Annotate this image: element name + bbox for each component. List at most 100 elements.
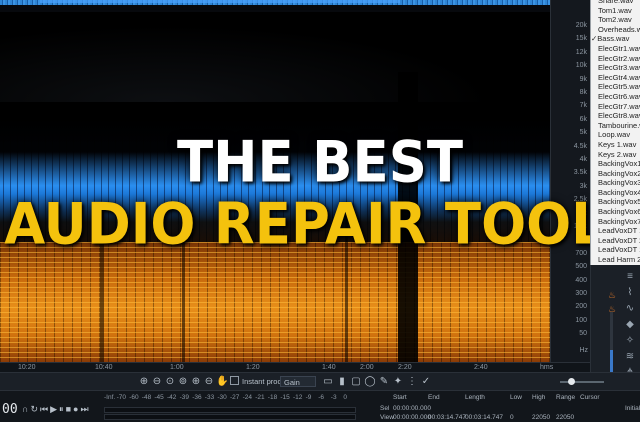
hand-icon[interactable]: ✋ xyxy=(216,376,228,388)
info-value: 00:00:00.000 xyxy=(393,414,431,421)
zoom-slider[interactable] xyxy=(560,381,604,383)
info-value: 00:03:14.747 xyxy=(465,414,503,421)
zoom-knob[interactable] xyxy=(568,378,575,385)
meter-scale-label: -39 xyxy=(180,394,189,401)
loop-icon[interactable]: ↻ xyxy=(30,404,40,414)
harmonic-icon[interactable]: ⋮ xyxy=(406,376,418,388)
file-list-item[interactable]: ElecGtr7.wav xyxy=(591,102,640,112)
zoom-in-icon[interactable]: ⊕ xyxy=(138,376,150,388)
meter-scale-label: -6 xyxy=(318,394,324,401)
file-list-item[interactable]: BackingVox1.wav xyxy=(591,159,640,169)
file-list-item[interactable]: ElecGtr5.wav xyxy=(591,82,640,92)
gain-select[interactable]: Gain xyxy=(280,376,316,387)
meter-scale-label: -12 xyxy=(293,394,302,401)
file-list-item[interactable]: LeadVoxDT 2.wav xyxy=(591,236,640,246)
zoom-out-icon[interactable]: ⊖ xyxy=(151,376,163,388)
frequency-tick-label: 12k xyxy=(576,49,587,56)
frequency-tick-label: 200 xyxy=(575,303,587,310)
frequency-tick-label: 10k xyxy=(576,62,587,69)
file-list-item[interactable]: Keys 1.wav xyxy=(591,140,640,150)
meter-scale-label: -48 xyxy=(142,394,151,401)
lasso-icon[interactable]: ◯ xyxy=(364,376,376,388)
meter-scale-label: -15 xyxy=(280,394,289,401)
info-row-label: Sel xyxy=(380,405,389,412)
meter-scale-label: -18 xyxy=(268,394,277,401)
frequency-tick-label: 500 xyxy=(575,263,587,270)
meter-scale-label: -24 xyxy=(243,394,252,401)
file-list-item[interactable]: ElecGtr2.wav xyxy=(591,54,640,64)
initial-label: Initial xyxy=(625,405,640,412)
meter-scale-label: 0 xyxy=(343,394,347,401)
meter-scale-label: -3 xyxy=(331,394,337,401)
meter-scale-label: -60 xyxy=(129,394,138,401)
zoom-fit-icon[interactable]: ⊚ xyxy=(177,376,189,388)
wand-icon[interactable]: ✦ xyxy=(392,376,404,388)
zoom-out-icon[interactable]: ⊖ xyxy=(203,376,215,388)
zoom-in-icon[interactable]: ⊕ xyxy=(190,376,202,388)
meter-scale-label: -33 xyxy=(205,394,214,401)
file-list-item[interactable]: Tom2.wav xyxy=(591,15,640,25)
info-header: End xyxy=(428,394,440,401)
info-value: 22050 xyxy=(556,414,574,421)
file-list-item[interactable]: ElecGtr3.wav xyxy=(591,63,640,73)
module-icon[interactable]: ≡ xyxy=(623,271,637,283)
title-line-2: AUDIO REPAIR TOOL? xyxy=(0,192,640,258)
file-list-item[interactable]: ElecGtr8.wav xyxy=(591,111,640,121)
file-list-item[interactable]: Snare.wav xyxy=(591,0,640,6)
frequency-tick-label: 9k xyxy=(580,76,587,83)
skip-icon[interactable]: ⏭ xyxy=(80,404,90,414)
check-icon[interactable]: ✓ xyxy=(420,376,432,388)
freq-select-icon[interactable]: ▮ xyxy=(336,376,348,388)
file-list-item[interactable]: ElecGtr1.wav xyxy=(591,44,640,54)
zoom-selection-icon[interactable]: ⊙ xyxy=(164,376,176,388)
file-list-item[interactable]: Tom1.wav xyxy=(591,6,640,16)
waveform-overview[interactable] xyxy=(0,0,550,12)
file-list-item[interactable]: BackingVox4.wav xyxy=(591,188,640,198)
file-list-item[interactable]: BackingVox7.wav xyxy=(591,217,640,227)
selection-info: StartEndLengthLowHighRangeCursorSel00:00… xyxy=(360,391,640,422)
file-list-item[interactable]: Tambourine.wav xyxy=(591,121,640,131)
stop-icon[interactable]: ■ xyxy=(66,404,73,414)
file-list-item[interactable]: BackingVox3.wav xyxy=(591,178,640,188)
ruler-time-label: 2:20 xyxy=(398,364,412,371)
file-list-item[interactable]: Lead Harm 2.wav xyxy=(591,255,640,265)
file-list-item[interactable]: BackingVox6.wav xyxy=(591,207,640,217)
rewind-icon[interactable]: ⏮ xyxy=(40,404,50,414)
frequency-tick-label: 100 xyxy=(575,317,587,324)
time-select-icon[interactable]: ▭ xyxy=(322,376,334,388)
file-list-item[interactable]: ElecGtr4.wav xyxy=(591,73,640,83)
file-list-item[interactable]: LeadVoxDT 1.wav xyxy=(591,245,640,255)
play-icon[interactable]: ▶ xyxy=(50,404,59,414)
file-list-item[interactable]: LeadVoxDT 1.wav xyxy=(591,226,640,236)
file-list-item[interactable]: ✓Bass.wav xyxy=(591,34,640,44)
info-value: 00:00:00.000 xyxy=(393,405,431,412)
meter-scale-label: -21 xyxy=(255,394,264,401)
info-value: 22050 xyxy=(532,414,550,421)
ruler-time-label: 2:40 xyxy=(474,364,488,371)
info-header: Range xyxy=(556,394,575,401)
info-header: Start xyxy=(393,394,407,401)
frequency-tick-label: 7k xyxy=(580,102,587,109)
ruler-time-label: 1:00 xyxy=(170,364,184,371)
brush-icon[interactable]: ✎ xyxy=(378,376,390,388)
file-list-item[interactable]: BackingVox5.wav xyxy=(591,197,640,207)
spectrogram-high-band xyxy=(0,12,550,102)
checkbox-box[interactable] xyxy=(230,376,239,385)
file-list-item[interactable]: BackingVox2.wav xyxy=(591,169,640,179)
info-row-label: View xyxy=(380,414,394,421)
overview-view-region[interactable] xyxy=(40,0,400,3)
file-list-item[interactable]: ElecGtr6.wav xyxy=(591,92,640,102)
meter-scale-label: -70 xyxy=(117,394,126,401)
file-list-item[interactable]: Loop.wav xyxy=(591,130,640,140)
box-select-icon[interactable]: ▢ xyxy=(350,376,362,388)
time-display: 00 xyxy=(2,402,18,417)
title-line-1: THE BEST xyxy=(0,130,640,196)
frequency-tick-label: 20k xyxy=(576,22,587,29)
file-list-item[interactable]: Overheads.wav xyxy=(591,25,640,35)
frequency-tick-label: 15k xyxy=(576,35,587,42)
file-list-dropdown[interactable]: Snare.wavTom1.wavTom2.wavOverheads.wav✓B… xyxy=(590,0,640,265)
meter-scale-label: -9 xyxy=(306,394,312,401)
flame-icon[interactable]: ♨ xyxy=(608,290,622,300)
frequency-tick-label: 300 xyxy=(575,290,587,297)
file-list-item[interactable]: Keys 2.wav xyxy=(591,150,640,160)
